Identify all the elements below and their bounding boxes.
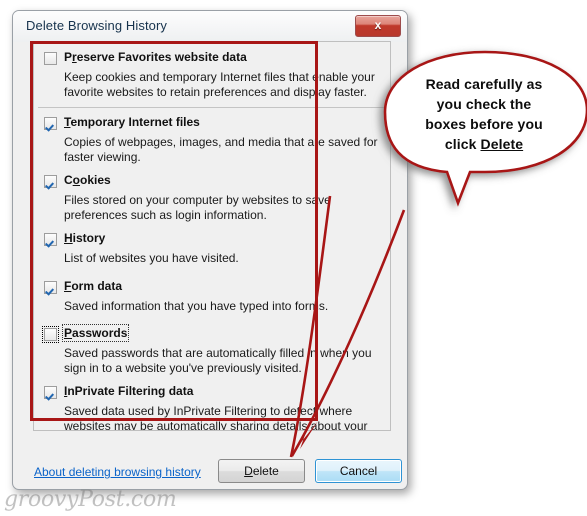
option-description-inprivate-filtering-data: Saved data used by InPrivate Filtering t… [64, 404, 368, 431]
option-cookies[interactable]: Cookies Files stored on your computer by… [34, 173, 390, 222]
label-part-before: P [64, 50, 73, 64]
checkbox-history[interactable] [44, 233, 57, 246]
checkbox-inprivate-filtering-data[interactable] [44, 386, 57, 399]
option-description-cookies: Files stored on your computer by website… [64, 193, 331, 222]
option-label-history[interactable]: History [64, 231, 105, 245]
option-header[interactable]: Passwords [42, 324, 380, 344]
label-part-after: nPrivate Filtering data [67, 384, 194, 398]
checkbox-temporary-internet-files[interactable] [44, 117, 57, 130]
options-separator [38, 107, 386, 108]
option-passwords[interactable]: Passwords Saved passwords that are autom… [34, 324, 390, 375]
option-label-passwords[interactable]: Passwords [61, 324, 130, 342]
delete-button-label: elete [252, 464, 279, 478]
label-part-before: C [64, 173, 73, 187]
option-description-passwords: Saved passwords that are automatically f… [64, 346, 372, 375]
delete-browsing-history-dialog: Delete Browsing History x Preserve Favor… [12, 10, 408, 490]
option-label-inprivate-filtering-data[interactable]: InPrivate Filtering data [64, 384, 193, 398]
checkbox-preserve-favorites[interactable] [44, 52, 57, 65]
option-description-temporary-internet-files: Copies of webpages, images, and media th… [64, 135, 378, 164]
option-description-form-data: Saved information that you have typed in… [64, 298, 329, 313]
checkbox-cookies[interactable] [44, 175, 57, 188]
option-label-form-data[interactable]: Form data [64, 279, 122, 293]
option-preserve-favorites[interactable]: Preserve Favorites website data Keep coo… [34, 50, 390, 99]
callout-line-1: Read carefully as [425, 76, 543, 92]
option-label-cookies[interactable]: Cookies [64, 173, 111, 187]
option-label-temporary-internet-files[interactable]: Temporary Internet files [64, 115, 200, 129]
cancel-button-label: Cancel [339, 464, 378, 478]
option-history[interactable]: History List of websites you have visite… [34, 231, 390, 266]
label-part-after: eserve Favorites website data [76, 50, 247, 64]
option-description-history: List of websites you have visited. [64, 251, 239, 265]
cancel-button[interactable]: Cancel [315, 459, 402, 483]
label-part-after: orm data [71, 278, 123, 293]
callout-line-4: click Delete [398, 134, 570, 154]
option-inprivate-filtering-data[interactable]: InPrivate Filtering data Saved data used… [34, 384, 390, 431]
option-header[interactable]: Cookies [44, 173, 380, 191]
callout-line-2: you check the [436, 96, 532, 112]
label-part-after: asswords [72, 326, 128, 340]
accelerator-key: D [244, 464, 253, 478]
option-description-preserve-favorites: Keep cookies and temporary Internet file… [64, 70, 375, 99]
options-scroll-panel[interactable]: Preserve Favorites website data Keep coo… [33, 41, 391, 431]
close-window-button[interactable]: x [355, 15, 401, 37]
option-header[interactable]: Temporary Internet files [44, 115, 380, 133]
label-part-after: istory [72, 231, 106, 245]
label-part-after: okies [80, 173, 111, 187]
label-part-after: emporary Internet files [70, 115, 200, 129]
option-label-preserve-favorites[interactable]: Preserve Favorites website data [64, 50, 247, 64]
checkbox-form-data[interactable] [44, 280, 57, 294]
dialog-titlebar: Delete Browsing History x [13, 11, 407, 42]
accelerator-key: o [72, 173, 81, 187]
accelerator-key: P [64, 326, 73, 340]
accelerator-key: H [64, 231, 73, 245]
dialog-title: Delete Browsing History [26, 18, 168, 33]
callout-delete-emphasis: Delete [480, 136, 524, 152]
callout-text: Read carefully as you check the boxes be… [398, 74, 570, 154]
option-form-data[interactable]: Form data Saved information that you hav… [34, 279, 390, 314]
option-header[interactable]: InPrivate Filtering data [44, 384, 380, 402]
checkbox-passwords[interactable] [42, 326, 59, 343]
callout-line-4-prefix: click [444, 136, 481, 152]
close-x-icon: x [374, 18, 382, 32]
option-header[interactable]: Preserve Favorites website data [44, 50, 380, 68]
delete-button[interactable]: Delete [218, 459, 305, 483]
option-header[interactable]: Form data [44, 279, 380, 297]
callout-line-3: boxes before you [425, 116, 543, 132]
option-temporary-internet-files[interactable]: Temporary Internet files Copies of webpa… [34, 115, 390, 164]
watermark: groovyPost.com [4, 487, 177, 512]
option-header[interactable]: History [44, 231, 380, 249]
about-deleting-browsing-history-link[interactable]: About deleting browsing history [34, 465, 201, 479]
